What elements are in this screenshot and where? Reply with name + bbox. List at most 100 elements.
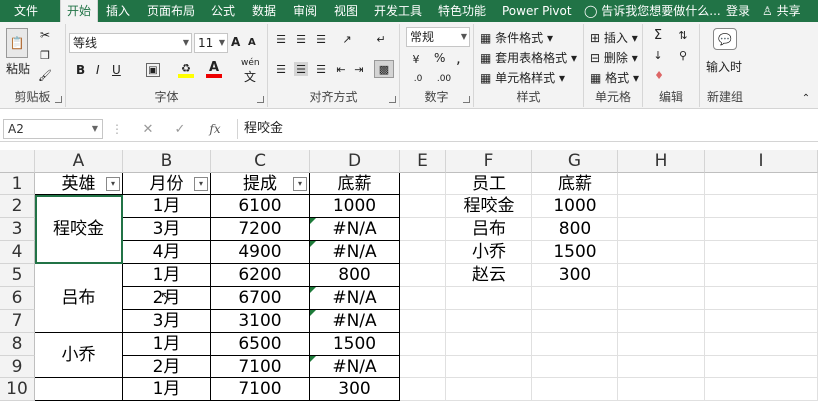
column-header-C[interactable]: C <box>211 150 310 173</box>
fill-color-icon[interactable]: ♻ <box>178 62 194 78</box>
format-cells-button[interactable]: ▦ 格式 ▾ <box>590 69 639 86</box>
decrease-indent-icon[interactable]: ⇤ <box>334 62 348 76</box>
fill-icon[interactable]: ↓ <box>651 48 665 62</box>
grid-cell[interactable] <box>532 356 618 378</box>
column-header-I[interactable]: I <box>705 150 818 173</box>
commission-cell[interactable]: 6100 <box>211 195 310 218</box>
filter-dropdown-icon[interactable]: ▾ <box>194 177 208 191</box>
row-header-1[interactable]: 1 <box>0 173 35 195</box>
share-button[interactable]: ♙ 共享 <box>760 0 803 22</box>
tab-formulas[interactable]: 公式 <box>209 0 237 22</box>
font-name-select[interactable]: 等线 ▼ <box>69 33 192 53</box>
column-header-H[interactable]: H <box>618 150 705 173</box>
decrease-font-icon[interactable]: A <box>248 37 256 48</box>
commission-cell[interactable]: 6500 <box>211 333 310 356</box>
hero-cell[interactable]: 小乔 <box>35 333 123 378</box>
paste-label[interactable]: 粘贴 <box>6 60 30 77</box>
commission-cell[interactable]: 6200 <box>211 264 310 287</box>
align-top-icon[interactable]: ☰ <box>274 32 288 46</box>
row-header-5[interactable]: 5 <box>0 264 35 287</box>
tab-review[interactable]: 审阅 <box>291 0 319 22</box>
lookup-name[interactable]: 赵云 <box>446 264 532 286</box>
month-cell[interactable]: 3月 <box>123 310 211 333</box>
row-header-2[interactable]: 2 <box>0 195 35 218</box>
grid-cell[interactable] <box>400 378 446 401</box>
dialog-launcher-icon[interactable] <box>257 96 264 103</box>
lookup-name[interactable]: 小乔 <box>446 241 532 263</box>
worksheet-grid[interactable]: A B C D E F G H I 1 2 3 4 5 6 7 8 9 10 英雄 ▾ 月份 ▾ 提成 ▾ 底薪 程咬金 吕布 小乔 1月… <box>0 150 818 401</box>
hero-cell[interactable]: 程咬金 <box>35 195 123 264</box>
grid-cell[interactable] <box>618 195 705 218</box>
lookup-value[interactable]: 1500 <box>532 241 618 263</box>
align-middle-icon[interactable]: ☰ <box>294 32 308 46</box>
cancel-icon[interactable]: ✕ <box>140 121 156 137</box>
month-cell[interactable]: 4月 <box>123 241 211 264</box>
commission-cell[interactable]: 3100 <box>211 310 310 333</box>
grid-cell[interactable] <box>705 173 818 195</box>
grid-cell[interactable] <box>446 378 532 401</box>
border-icon[interactable]: ▣ <box>146 63 160 77</box>
merge-center-icon[interactable]: ▩ <box>374 60 394 78</box>
grid-cell[interactable] <box>446 333 532 356</box>
wrap-text-icon[interactable]: ↵ <box>374 32 388 46</box>
grid-cell[interactable] <box>400 356 446 378</box>
filter-dropdown-icon[interactable]: ▾ <box>106 177 120 191</box>
font-color-icon[interactable]: A <box>206 60 222 78</box>
copy-icon[interactable]: ❐ <box>38 48 52 62</box>
row-header-6[interactable]: 6 <box>0 287 35 310</box>
grid-cell[interactable] <box>705 287 818 310</box>
formula-input[interactable]: 程咬金 <box>237 119 818 139</box>
grid-cell[interactable] <box>532 287 618 310</box>
cell-styles-button[interactable]: ▦ 单元格样式 ▾ <box>480 69 565 86</box>
grid-cell[interactable] <box>400 195 446 218</box>
salary-cell[interactable]: 1000 <box>310 195 400 218</box>
month-cell[interactable]: 1月 <box>123 333 211 356</box>
salary-cell[interactable]: #N/A <box>310 310 400 333</box>
grid-cell[interactable] <box>618 241 705 264</box>
grid-cell[interactable] <box>618 287 705 310</box>
bold-button[interactable]: B <box>76 63 85 77</box>
month-cell[interactable]: 1月 <box>123 378 211 401</box>
dialog-launcher-icon[interactable] <box>463 96 470 103</box>
insert-function-icon[interactable]: fx <box>206 121 224 137</box>
commission-cell[interactable]: 6700 <box>211 287 310 310</box>
column-header-F[interactable]: F <box>446 150 532 173</box>
tab-power-pivot[interactable]: Power Pivot <box>500 0 574 22</box>
grid-cell[interactable] <box>446 310 532 333</box>
column-header-B[interactable]: B <box>123 150 211 173</box>
tab-special-features[interactable]: 特色功能 <box>436 0 488 22</box>
collapse-ribbon-icon[interactable]: ⌃ <box>800 92 812 104</box>
align-center-icon[interactable]: ☰ <box>294 62 308 76</box>
tab-file[interactable]: 文件 <box>12 0 40 22</box>
name-box[interactable]: A2 ▼ <box>3 119 103 139</box>
lookup-value[interactable]: 300 <box>532 264 618 286</box>
row-header-3[interactable]: 3 <box>0 218 35 241</box>
grid-cell[interactable] <box>618 378 705 401</box>
grid-cell[interactable] <box>400 287 446 310</box>
orientation-icon[interactable]: ↗ <box>338 32 356 46</box>
salary-cell[interactable]: #N/A <box>310 241 400 264</box>
tab-insert[interactable]: 插入 <box>104 0 132 22</box>
grid-cell[interactable] <box>705 333 818 356</box>
tab-page-layout[interactable]: 页面布局 <box>145 0 197 22</box>
salary-cell[interactable]: #N/A <box>310 218 400 241</box>
font-size-select[interactable]: 11 ▼ <box>194 33 228 53</box>
row-header-10[interactable]: 10 <box>0 378 35 401</box>
number-format-select[interactable]: 常规 ▼ <box>406 27 470 47</box>
speech-bubble-icon[interactable]: 💬 <box>713 28 737 50</box>
grid-cell[interactable] <box>618 264 705 287</box>
grid-cell[interactable] <box>705 218 818 241</box>
grid-cell[interactable] <box>400 241 446 264</box>
grid-cell[interactable] <box>705 310 818 333</box>
month-cell[interactable]: 1月 <box>123 264 211 287</box>
grid-cell[interactable] <box>446 356 532 378</box>
salary-cell[interactable]: 300 <box>310 378 400 401</box>
salary-cell[interactable]: #N/A <box>310 287 400 310</box>
italic-button[interactable]: I <box>96 63 100 77</box>
increase-decimal-icon[interactable]: .0 <box>408 72 428 86</box>
grid-cell[interactable] <box>618 356 705 378</box>
row-header-9[interactable]: 9 <box>0 356 35 378</box>
grid-cell[interactable] <box>400 310 446 333</box>
grid-cell[interactable] <box>618 333 705 356</box>
month-cell[interactable]: 3月 <box>123 218 211 241</box>
